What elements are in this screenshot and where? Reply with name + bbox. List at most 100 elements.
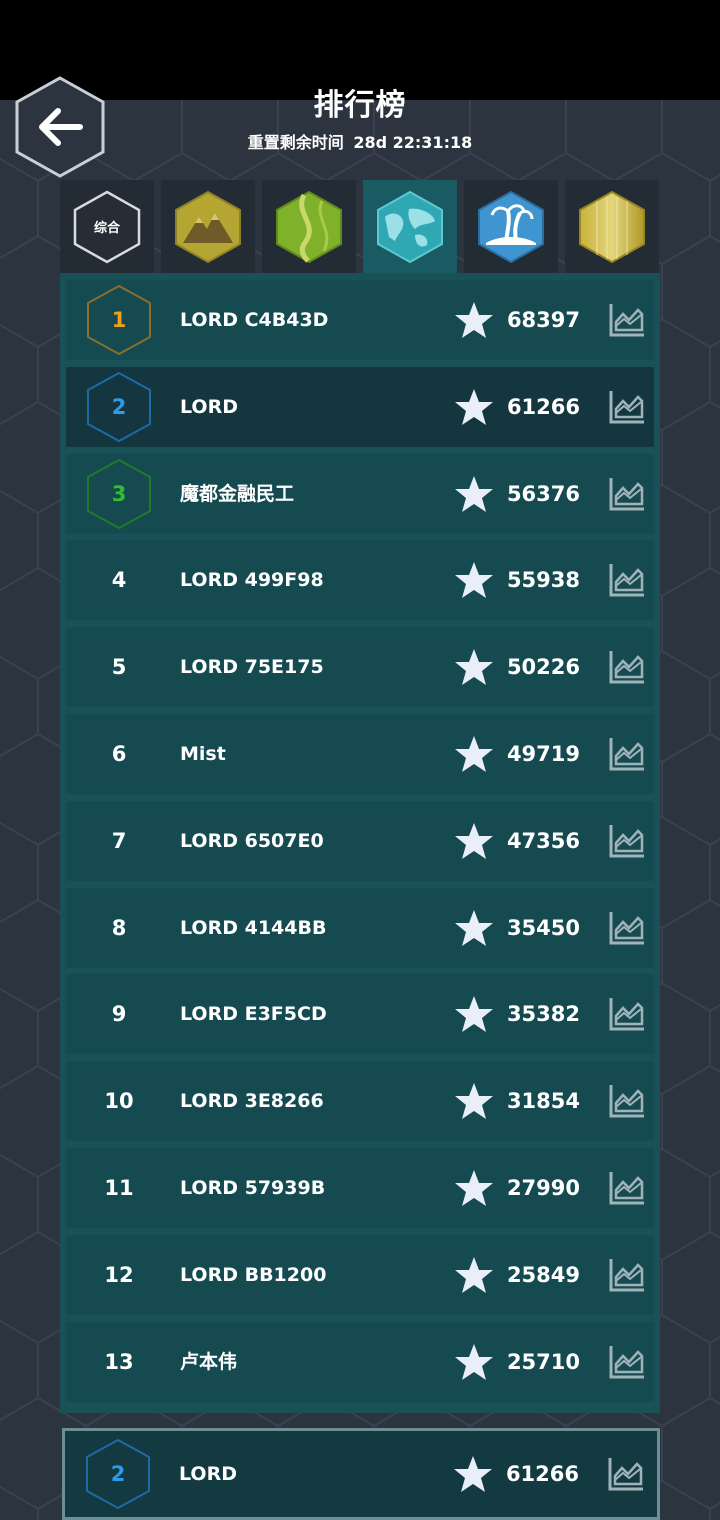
my-player-name: LORD <box>179 1463 237 1485</box>
player-name: LORD C4B43D <box>180 309 329 331</box>
player-name: LORD <box>180 395 238 418</box>
leaderboard-row[interactable]: 6 Mist 49719 <box>66 714 654 794</box>
leaderboard-row[interactable]: 4 LORD 499F98 55938 <box>66 540 654 621</box>
rank-number: 4 <box>111 568 127 593</box>
rank-badge: 11 <box>86 1148 152 1228</box>
rank-number: 3 <box>111 481 127 506</box>
my-rank-badge: 2 <box>85 1434 151 1514</box>
rank-number: 1 <box>111 308 127 332</box>
stats-chart-icon[interactable] <box>608 823 646 859</box>
world-map-hex-icon <box>377 190 443 263</box>
stats-chart-icon[interactable] <box>608 389 646 425</box>
player-score: 47356 <box>506 828 580 853</box>
tab-island[interactable] <box>464 180 558 273</box>
player-name: LORD 6507E0 <box>180 829 324 852</box>
rank-badge: 1 <box>86 280 152 360</box>
reset-timer: 重置剩余时间 28d 22:31:18 <box>0 129 720 153</box>
stats-chart-icon[interactable] <box>608 1344 646 1380</box>
stats-chart-icon[interactable] <box>608 476 646 512</box>
star-icon <box>455 302 493 338</box>
rank-badge: 6 <box>86 714 152 794</box>
star-icon <box>455 736 493 772</box>
rank-badge: 13 <box>86 1322 152 1402</box>
rank-number: 5 <box>111 655 127 680</box>
tab-overall[interactable]: 综合 <box>60 180 154 273</box>
tab-mountain[interactable] <box>161 180 255 273</box>
leaderboard-row[interactable]: 2 LORD 61266 <box>66 366 654 447</box>
stats-chart-icon[interactable] <box>608 1170 646 1206</box>
rank-badge: 8 <box>86 888 152 968</box>
player-name: LORD 3E8266 <box>180 1090 324 1113</box>
player-score: 49719 <box>506 742 580 766</box>
island-palm-hex-icon <box>478 190 544 263</box>
rank-number: 10 <box>104 1089 134 1114</box>
stats-chart-icon[interactable] <box>608 996 646 1032</box>
leaderboard-row[interactable]: 7 LORD 6507E0 47356 <box>66 800 654 881</box>
leaderboard-row[interactable]: 8 LORD 4144BB 35450 <box>66 887 654 968</box>
star-icon <box>455 996 493 1033</box>
tab-gold[interactable] <box>565 180 659 273</box>
leaderboard-row[interactable]: 1 LORD C4B43D 68397 <box>66 280 654 360</box>
stats-chart-icon[interactable] <box>608 910 646 946</box>
player-score: 56376 <box>506 481 580 506</box>
gold-hex-icon <box>579 190 645 263</box>
leaderboard-row[interactable]: 5 LORD 75E175 50226 <box>66 627 654 708</box>
star-icon <box>455 1256 493 1293</box>
rank-badge: 12 <box>86 1235 152 1315</box>
star-icon <box>454 1456 492 1492</box>
rank-number: 12 <box>104 1262 134 1287</box>
stats-chart-icon[interactable] <box>608 736 646 772</box>
stats-chart-icon[interactable] <box>607 1456 645 1492</box>
leaderboard-row[interactable]: 3 魔都金融民工 56376 <box>66 453 654 534</box>
player-name: LORD 57939B <box>180 1177 326 1199</box>
rank-badge: 9 <box>86 974 152 1054</box>
reset-time: 28d 22:31:18 <box>353 133 473 152</box>
rank-number: 13 <box>104 1349 134 1374</box>
player-score: 55938 <box>506 568 580 593</box>
rank-number: 8 <box>111 915 127 940</box>
leaderboard-row[interactable]: 10 LORD 3E8266 31854 <box>66 1061 654 1142</box>
rank-number: 11 <box>104 1176 134 1200</box>
player-score: 35382 <box>506 1002 580 1027</box>
player-score: 27990 <box>506 1176 580 1200</box>
player-score: 68397 <box>506 308 580 332</box>
page-title: 排行榜 <box>313 88 407 123</box>
category-tabs: 综合 <box>60 180 660 273</box>
rank-badge: 7 <box>86 801 152 881</box>
player-score: 25710 <box>506 1349 580 1374</box>
player-name: LORD 499F98 <box>180 569 324 592</box>
star-icon <box>455 649 493 686</box>
player-name: Mist <box>180 743 226 765</box>
my-score: 61266 <box>505 1462 579 1486</box>
leaderboard-row[interactable]: 13 卢本伟 25710 <box>66 1321 654 1402</box>
player-name: 魔都金融民工 <box>180 482 295 505</box>
leaderboard-row[interactable]: 9 LORD E3F5CD 35382 <box>66 974 654 1055</box>
stats-chart-icon[interactable] <box>608 1257 646 1293</box>
star-icon <box>455 909 493 946</box>
tab-grassland[interactable] <box>262 180 356 273</box>
player-score: 31854 <box>506 1089 580 1114</box>
tab-overall-label: 综合 <box>93 221 120 236</box>
star-icon <box>455 822 493 859</box>
rank-number: 7 <box>111 828 127 853</box>
rank-number: 6 <box>111 742 127 766</box>
player-score: 35450 <box>506 915 580 940</box>
stats-chart-icon[interactable] <box>608 649 646 685</box>
stats-chart-icon[interactable] <box>608 1083 646 1119</box>
player-name: 卢本伟 <box>180 1350 238 1373</box>
stats-chart-icon[interactable] <box>608 302 646 338</box>
star-icon <box>455 1343 493 1380</box>
rank-number: 9 <box>111 1002 127 1027</box>
star-icon <box>455 388 493 425</box>
leaderboard-row[interactable]: 11 LORD 57939B 27990 <box>66 1148 654 1228</box>
rank-number: 2 <box>111 394 127 419</box>
star-icon <box>455 1170 493 1206</box>
tab-world-map[interactable] <box>363 180 457 273</box>
leaderboard-row[interactable]: 12 LORD BB1200 25849 <box>66 1234 654 1315</box>
stats-chart-icon[interactable] <box>608 562 646 598</box>
player-score: 25849 <box>506 1262 580 1287</box>
star-icon <box>455 562 493 599</box>
player-name: LORD 75E175 <box>180 656 324 679</box>
rank-badge: 4 <box>86 540 152 620</box>
my-rank-entry: 2 LORD 61266 <box>62 1428 660 1520</box>
